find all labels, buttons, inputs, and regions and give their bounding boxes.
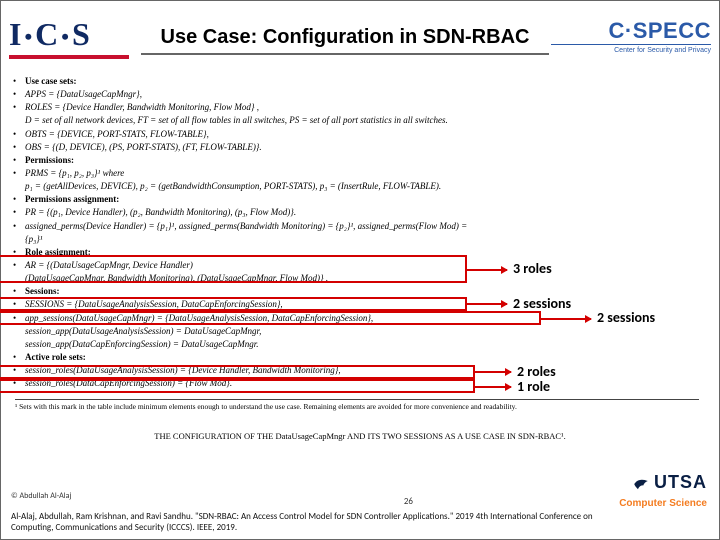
heading-perm-assign: Permissions assignment: [25,194,119,204]
citation: Al-Alaj, Abdullah, Ram Krishnan, and Rav… [11,511,611,534]
box-sess-roles-1 [0,365,475,379]
slide-header: I•C•S Use Case: Configuration in SDN-RBA… [1,1,719,69]
roadrunner-icon [632,475,650,493]
label-2-sessions-b: 2 sessions [597,309,655,328]
line-sess-app2: session_app(DataCapEnforcingSession) = D… [25,338,705,350]
arrow-2-roles [475,371,511,373]
box-sessions [0,297,467,311]
slide-title: Use Case: Configuration in SDN-RBAC [139,20,551,55]
line-pr: PR = {(p₁, Device Handler), (p₂, Bandwid… [25,206,705,218]
heading-permissions: Permissions: [25,155,74,165]
line-p-defs: p₁ = (getAllDevices, DEVICE), p₂ = (getB… [25,180,705,192]
arrow-2-sessions-b [541,318,591,320]
box-app-sessions [0,311,541,325]
line-assigned-perms: assigned_perms(Device Handler) = {p₁}¹, … [25,220,705,232]
heading-use-case-sets: Use case sets: [25,76,76,86]
line-obts: OBTS = {DEVICE, PORT-STATS, FLOW-TABLE}, [25,128,705,140]
ics-logo: I•C•S [9,16,139,59]
heading-active-role: Active role sets: [25,352,86,362]
footnote: ¹ Sets with this mark in the table inclu… [15,399,699,412]
label-3-roles: 3 roles [513,260,552,279]
line-d: D = set of all network devices, FT = set… [25,114,705,126]
label-1-role: 1 role [517,378,550,397]
line-assigned-perms-2: {p₃}¹ [25,233,705,245]
slide-footer: © Abdullah Al-Alaj Al-Alaj, Abdullah, Ra… [11,491,709,534]
line-roles: ROLES = {Device Handler, Bandwidth Monit… [25,101,705,113]
page-number: 26 [404,496,413,507]
line-obs: OBS = {(D, DEVICE), (PS, PORT-STATS), (F… [25,141,705,153]
slide-content: Use case sets: APPS = {DataUsageCapMngr}… [1,69,719,389]
line-apps: APPS = {DataUsageCapMngr}, [25,88,705,100]
heading-sessions: Sessions: [25,286,60,296]
arrow-2-sessions-a [467,303,507,305]
arrow-1-role [475,386,511,388]
line-prms: PRMS = {p₁, p₂, p₃}¹ where [25,167,705,179]
cspecc-logo: C·SPECC Center for Security and Privacy [551,20,711,54]
table-caption: THE CONFIGURATION OF THE DataUsageCapMng… [1,431,719,442]
box-sess-roles-2 [0,379,475,393]
utsa-logo: UTSA Computer Science [619,472,707,511]
arrow-3-roles [467,269,507,271]
copyright: © Abdullah Al-Alaj [11,491,709,501]
box-role-assignment [0,255,467,283]
